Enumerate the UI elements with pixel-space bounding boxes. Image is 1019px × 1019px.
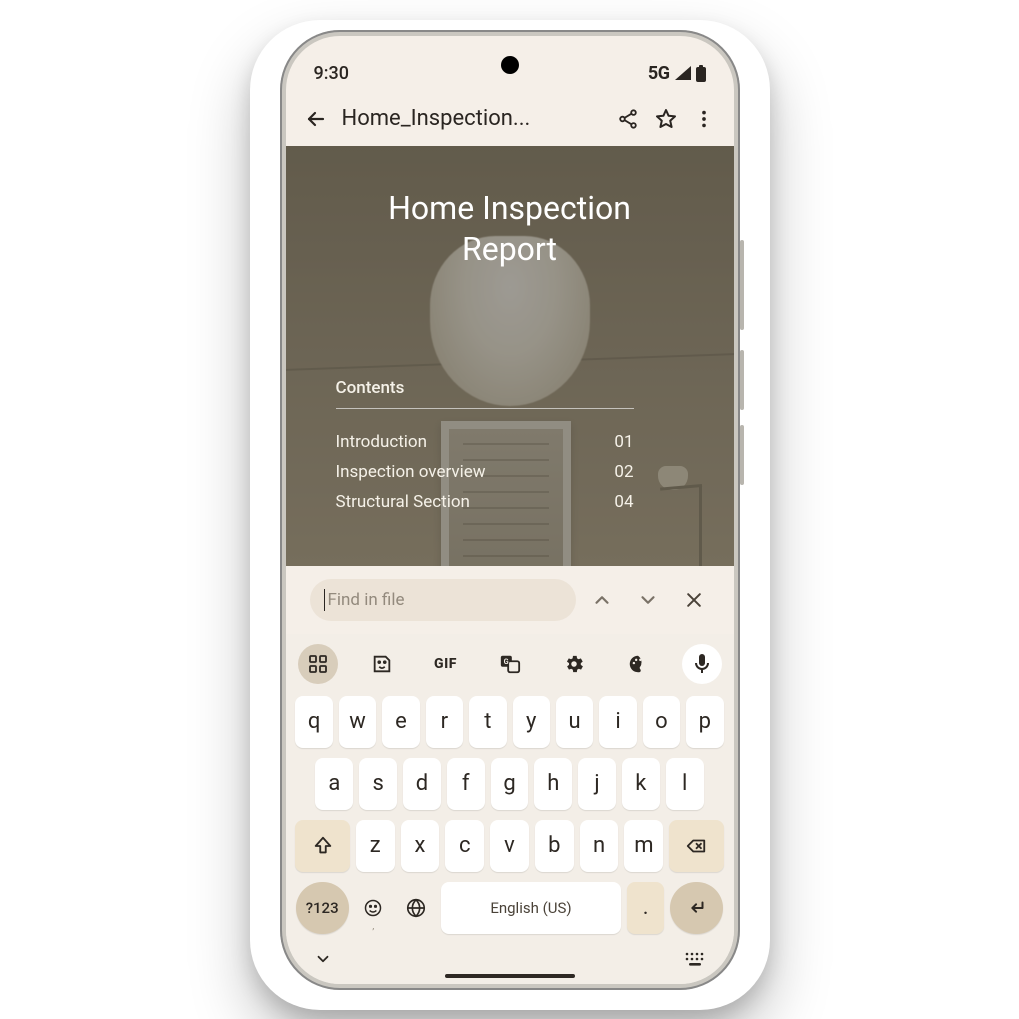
key-e[interactable]: e — [382, 696, 419, 748]
battery-icon — [696, 65, 706, 82]
contents-heading: Contents — [336, 378, 634, 409]
share-icon[interactable] — [616, 107, 640, 131]
key-l[interactable]: l — [666, 758, 704, 810]
keyboard-row-1: q w e r t y u i o p — [296, 696, 724, 748]
key-s[interactable]: s — [359, 758, 397, 810]
gif-icon[interactable]: GIF — [426, 644, 466, 684]
find-bar — [286, 566, 734, 634]
keyboard-toolbar: GIF G — [292, 640, 728, 688]
svg-text:G: G — [503, 657, 508, 666]
volume-up-button[interactable] — [740, 350, 744, 410]
key-t[interactable]: t — [469, 696, 506, 748]
apps-icon[interactable] — [298, 644, 338, 684]
mic-icon[interactable] — [682, 644, 722, 684]
keyboard-row-2: a s d f g h j k l — [296, 758, 724, 810]
more-icon[interactable] — [692, 107, 716, 131]
key-z[interactable]: z — [356, 820, 395, 872]
star-icon[interactable] — [654, 107, 678, 131]
key-d[interactable]: d — [403, 758, 441, 810]
toc-row[interactable]: Introduction 01 — [336, 427, 634, 457]
collapse-keyboard-icon[interactable] — [314, 950, 332, 968]
toc-label: Inspection overview — [336, 462, 486, 482]
sticker-icon[interactable] — [362, 644, 402, 684]
settings-icon[interactable] — [554, 644, 594, 684]
keyboard-row-4: ?123 , English (US) . — [296, 882, 724, 934]
key-emoji[interactable]: , — [355, 882, 392, 934]
key-enter[interactable] — [670, 882, 723, 934]
toc-row[interactable]: Inspection overview 02 — [336, 457, 634, 487]
translate-icon[interactable]: G — [490, 644, 530, 684]
key-m[interactable]: m — [624, 820, 663, 872]
key-b[interactable]: b — [535, 820, 574, 872]
key-y[interactable]: y — [513, 696, 550, 748]
find-input[interactable] — [327, 590, 561, 610]
power-button[interactable] — [740, 240, 744, 330]
page-title: Home_Inspection... — [342, 106, 602, 131]
key-shift[interactable] — [295, 820, 349, 872]
document-title: Home Inspection Report — [286, 188, 734, 271]
home-indicator[interactable] — [445, 974, 575, 978]
phone-frame: 9:30 5G Home_Inspection... — [280, 30, 740, 990]
key-r[interactable]: r — [426, 696, 463, 748]
key-c[interactable]: c — [445, 820, 484, 872]
key-w[interactable]: w — [339, 696, 376, 748]
key-j[interactable]: j — [578, 758, 616, 810]
find-next-button[interactable] — [628, 580, 668, 620]
find-input-wrap[interactable] — [310, 579, 576, 621]
volume-down-button[interactable] — [740, 425, 744, 485]
toc-page: 01 — [614, 432, 633, 452]
key-q[interactable]: q — [295, 696, 332, 748]
toc-page: 04 — [614, 492, 633, 512]
key-p[interactable]: p — [686, 696, 723, 748]
key-i[interactable]: i — [599, 696, 636, 748]
toc-row[interactable]: Structural Section 04 — [336, 487, 634, 517]
key-a[interactable]: a — [315, 758, 353, 810]
key-n[interactable]: n — [580, 820, 619, 872]
text-cursor — [324, 589, 326, 611]
key-g[interactable]: g — [491, 758, 529, 810]
keyboard-row-3: z x c v b n m — [296, 820, 724, 872]
key-u[interactable]: u — [556, 696, 593, 748]
toc-page: 02 — [614, 462, 633, 482]
find-close-button[interactable] — [674, 580, 714, 620]
key-o[interactable]: o — [643, 696, 680, 748]
key-v[interactable]: v — [490, 820, 529, 872]
key-symbols[interactable]: ?123 — [296, 882, 349, 934]
toc-label: Introduction — [336, 432, 428, 452]
palette-icon[interactable] — [618, 644, 658, 684]
signal-icon — [674, 65, 692, 81]
find-prev-button[interactable] — [582, 580, 622, 620]
key-globe[interactable] — [398, 882, 435, 934]
on-screen-keyboard: GIF G q w e — [286, 634, 734, 984]
key-space[interactable]: English (US) — [441, 882, 622, 934]
status-network: 5G — [648, 63, 670, 84]
camera-hole — [501, 56, 519, 74]
key-h[interactable]: h — [534, 758, 572, 810]
key-k[interactable]: k — [622, 758, 660, 810]
document-viewport[interactable]: Home Inspection Report Contents Introduc… — [286, 146, 734, 566]
key-f[interactable]: f — [447, 758, 485, 810]
app-bar: Home_Inspection... — [286, 92, 734, 146]
key-x[interactable]: x — [401, 820, 440, 872]
status-right: 5G — [648, 63, 706, 84]
status-time: 9:30 — [314, 63, 349, 84]
back-icon[interactable] — [304, 107, 328, 131]
keyboard-switch-icon[interactable] — [684, 951, 706, 967]
key-backspace[interactable] — [669, 820, 723, 872]
toc-label: Structural Section — [336, 492, 470, 512]
table-of-contents: Contents Introduction 01 Inspection over… — [336, 378, 634, 517]
screen: 9:30 5G Home_Inspection... — [286, 36, 734, 984]
key-period[interactable]: . — [627, 882, 664, 934]
